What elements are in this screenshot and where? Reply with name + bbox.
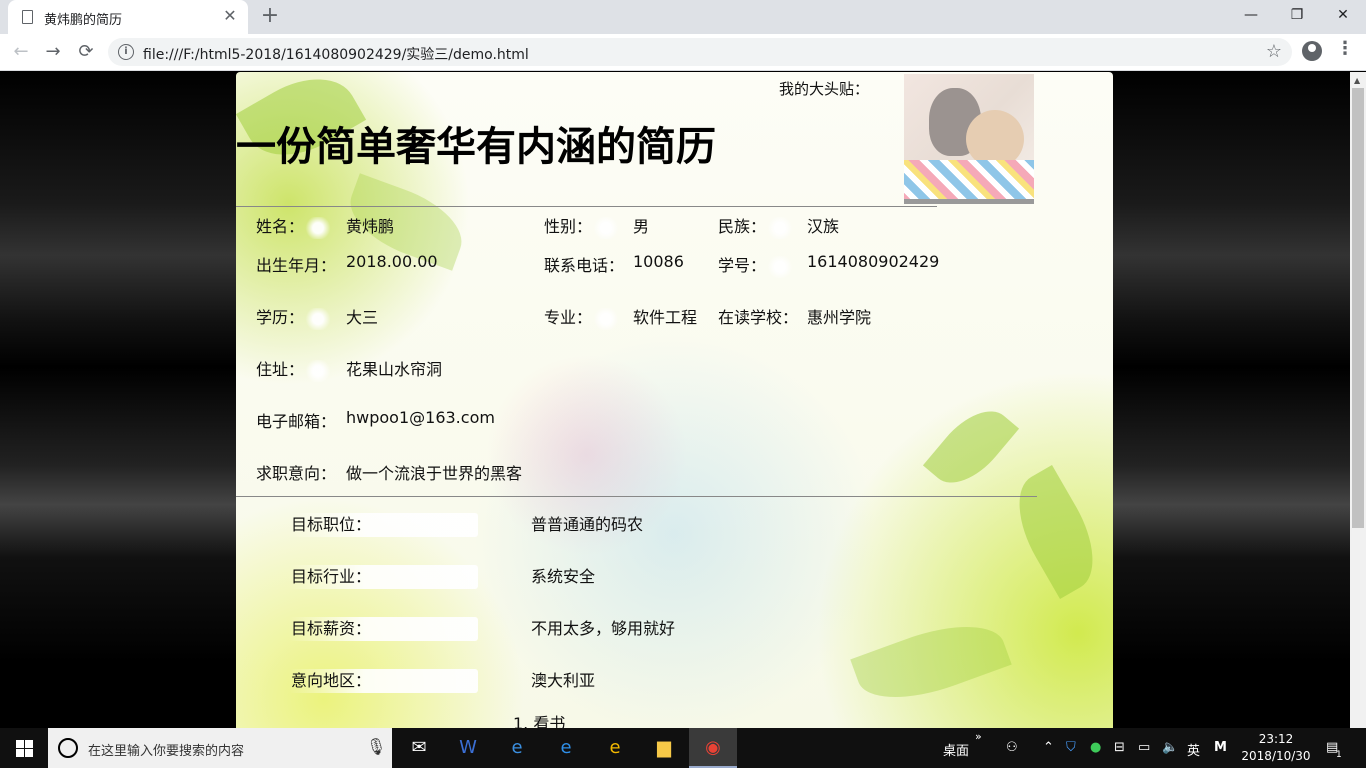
menu-kebab-icon[interactable]: ⋮ [1336, 38, 1354, 59]
windows-start-icon[interactable] [0, 728, 48, 768]
education-label: 学历： [256, 304, 333, 330]
address-bar[interactable]: i file:///F:/html5-2018/1614080902429/实验… [108, 38, 1292, 66]
toolbar-expand-icon[interactable]: » [975, 730, 982, 743]
birthdate-value: 2018.00.00 [346, 252, 438, 271]
battery-icon[interactable]: ▭ [1138, 740, 1150, 755]
url-text[interactable]: file:///F:/html5-2018/1614080902429/实验三/… [143, 44, 529, 64]
ethnicity-label: 民族： [718, 213, 795, 239]
target-industry-value: 系统安全 [531, 567, 596, 586]
target-industry-label: 目标行业： [289, 565, 478, 589]
blanket-image [904, 160, 1034, 199]
page-scrollbar[interactable]: ▲ [1350, 72, 1366, 728]
browser-app-icon[interactable]: e [591, 728, 639, 768]
student-id-label: 学号： [718, 252, 795, 278]
school-value: 惠州学院 [807, 308, 872, 327]
page-title: 一份简单奢华有内涵的简历 [236, 124, 716, 170]
birthdate-label: 出生年月： [256, 256, 337, 275]
back-button[interactable]: ← [8, 39, 34, 65]
clock-date: 2018/10/30 [1241, 749, 1311, 763]
browser-tab[interactable]: 黄炜鹏的简历 ✕ [8, 0, 248, 34]
browser-tab-bar: 黄炜鹏的简历 ✕ + — ❐ ✕ [0, 0, 1366, 34]
wechat-icon[interactable]: ● [1090, 740, 1101, 755]
target-position-value: 普普通通的码农 [531, 515, 644, 534]
education-value: 大三 [346, 308, 379, 327]
target-region-label: 意向地区： [289, 669, 478, 693]
leaf-decoration [922, 396, 1020, 498]
email-label: 电子邮箱： [256, 412, 337, 431]
desktop-toolbar-label[interactable]: 桌面 [943, 740, 969, 759]
email-value: hwpoo1@163.com [346, 408, 495, 427]
address-label: 住址： [256, 356, 333, 382]
leaf-decoration [1000, 465, 1112, 599]
name-label: 姓名： [256, 213, 333, 239]
network-icon[interactable]: ⊟ [1114, 740, 1125, 755]
major-label: 专业： [544, 304, 621, 330]
ethnicity-value: 汉族 [807, 217, 840, 236]
account-icon[interactable] [1302, 41, 1322, 61]
show-hidden-icons[interactable]: ⌃ [1043, 740, 1054, 755]
divider [236, 206, 937, 207]
ime-indicator[interactable]: 英 [1187, 740, 1200, 759]
phone-label: 联系电话： [544, 256, 625, 275]
notification-count: 1 [1336, 750, 1342, 760]
avatar-photo [904, 74, 1034, 204]
ime-mode-icon[interactable]: M [1214, 740, 1227, 755]
leaf-decoration [850, 608, 1012, 716]
word-app-icon[interactable]: W [444, 728, 492, 768]
microphone-icon[interactable]: 🎙 [366, 737, 386, 756]
new-tab-button[interactable]: + [258, 4, 282, 28]
system-clock[interactable]: 23:12 2018/10/30 [1238, 731, 1314, 765]
target-salary-label: 目标薪资： [289, 617, 478, 641]
student-id-value: 1614080902429 [807, 252, 940, 271]
taskbar: 在这里输入你要搜索的内容 🎙 ✉ W e e e ▆ ◉ 桌面 » ⚇ ⌃ ⛉ … [0, 728, 1366, 768]
taskbar-search[interactable]: 在这里输入你要搜索的内容 🎙 [48, 728, 392, 768]
major-value: 软件工程 [633, 308, 698, 327]
chrome-app-icon[interactable]: ◉ [689, 728, 737, 768]
gender-value: 男 [633, 217, 650, 236]
hobby-list-item: 1. 看书 [513, 714, 566, 728]
tab-close-icon[interactable]: ✕ [220, 6, 240, 26]
page-icon [22, 10, 33, 24]
clock-time: 23:12 [1258, 732, 1294, 746]
volume-icon[interactable]: 🔈 [1162, 740, 1178, 755]
resume-page: 我的大头贴： 一份简单奢华有内涵的简历 姓名： 黄炜鹏 性别： 男 民族： 汉族… [236, 72, 1113, 728]
job-intention-value: 做一个流浪于世界的黑客 [346, 464, 523, 483]
divider [236, 496, 1037, 497]
edge-app-icon[interactable]: e [542, 728, 590, 768]
address-value: 花果山水帘洞 [346, 360, 443, 379]
file-explorer-icon[interactable]: ▆ [640, 728, 688, 768]
photo-label: 我的大头贴： [779, 80, 870, 98]
tab-title: 黄炜鹏的简历 [44, 13, 123, 28]
target-region-value: 澳大利亚 [531, 671, 596, 690]
search-placeholder[interactable]: 在这里输入你要搜索的内容 [88, 740, 244, 759]
site-info-icon[interactable]: i [118, 44, 134, 60]
target-position-label: 目标职位： [289, 513, 478, 537]
target-salary-value: 不用太多，够用就好 [531, 619, 676, 638]
ie-app-icon[interactable]: e [493, 728, 541, 768]
bookmark-star-icon[interactable]: ☆ [1266, 41, 1282, 62]
job-intention-label: 求职意向： [256, 464, 337, 483]
gender-label: 性别： [544, 213, 621, 239]
close-window-button[interactable]: ✕ [1320, 0, 1366, 30]
scroll-up-icon[interactable]: ▲ [1354, 76, 1360, 85]
phone-value: 10086 [633, 252, 684, 271]
cortana-icon[interactable] [58, 738, 78, 758]
reload-button[interactable]: ⟳ [73, 39, 99, 65]
school-label: 在读学校： [718, 308, 799, 327]
mail-app-icon[interactable]: ✉ [395, 728, 443, 768]
security-shield-icon[interactable]: ⛉ [1066, 740, 1076, 755]
scrollbar-thumb[interactable] [1352, 88, 1364, 528]
restore-button[interactable]: ❐ [1274, 0, 1320, 30]
people-icon[interactable]: ⚇ [1006, 740, 1018, 755]
name-value: 黄炜鹏 [346, 217, 395, 236]
browser-toolbar: ← → ⟳ i file:///F:/html5-2018/1614080902… [0, 34, 1366, 71]
forward-button[interactable]: → [40, 39, 66, 65]
minimize-button[interactable]: — [1228, 0, 1274, 30]
page-viewport: 我的大头贴： 一份简单奢华有内涵的简历 姓名： 黄炜鹏 性别： 男 民族： 汉族… [0, 72, 1350, 728]
